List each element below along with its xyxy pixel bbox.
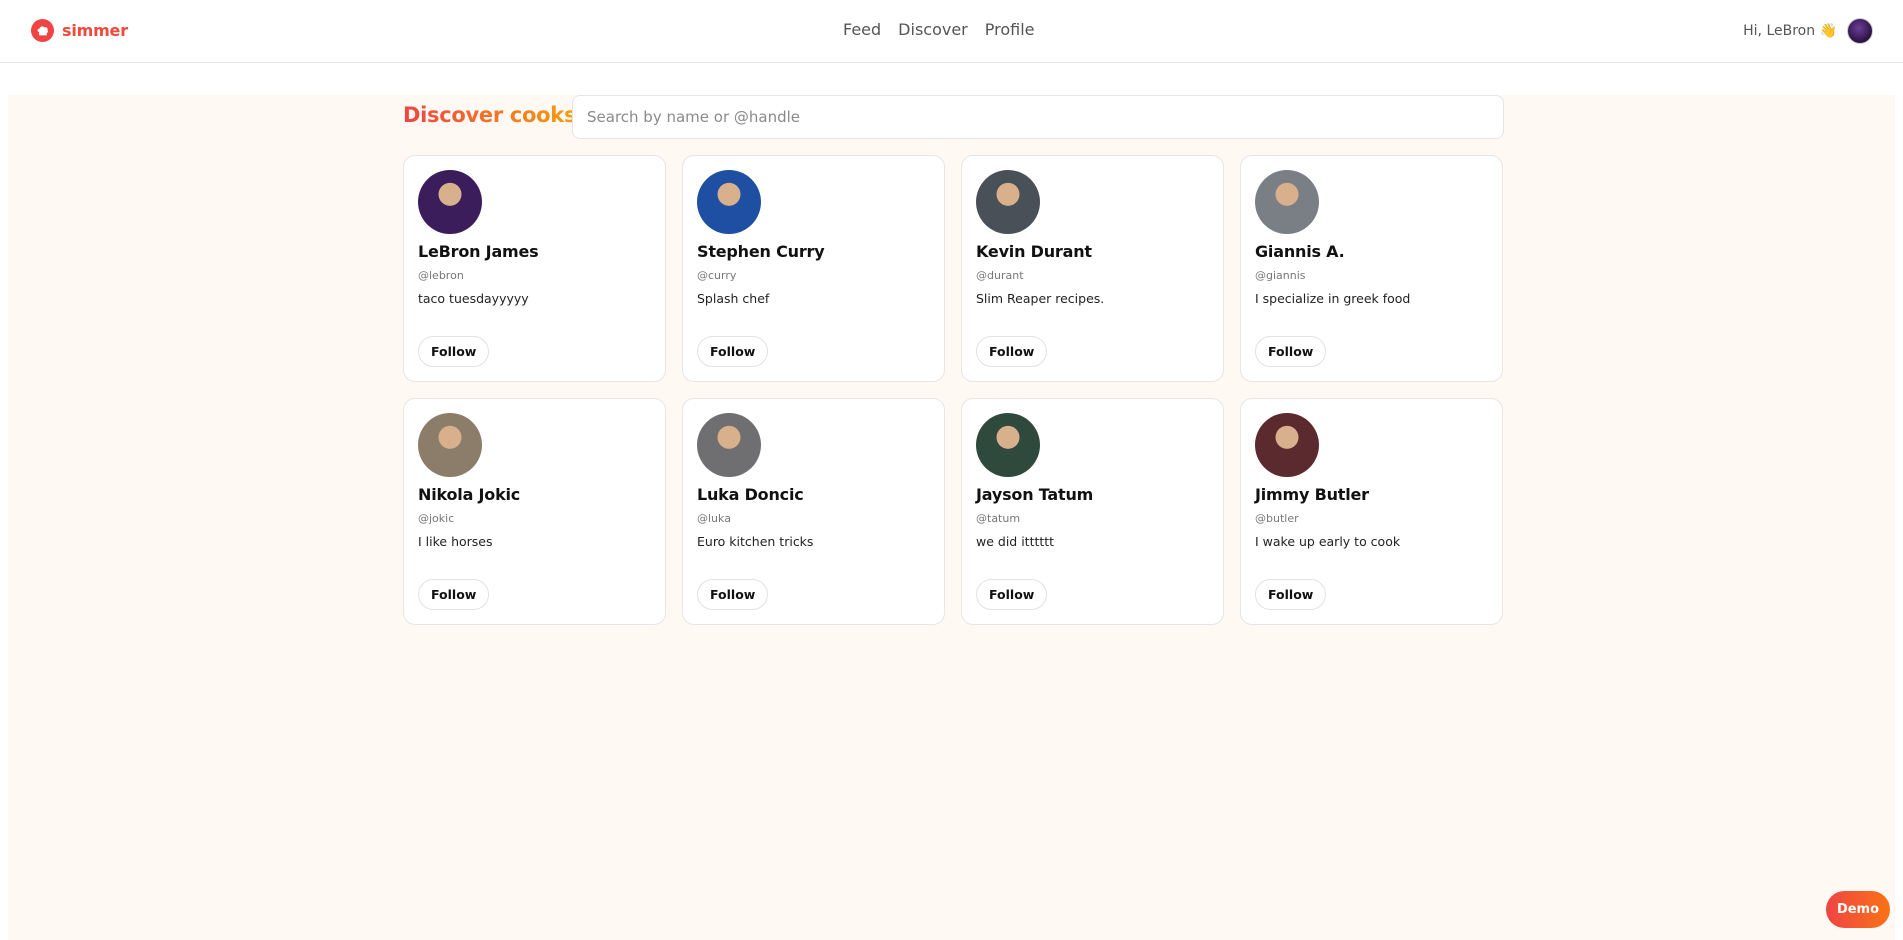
cook-bio: Slim Reaper recipes. [976,291,1105,306]
page-title: Discover cooks [403,103,577,127]
cook-name[interactable]: Kevin Durant [976,242,1209,261]
cook-name[interactable]: Nikola Jokic [418,485,651,504]
cook-card[interactable]: Stephen Curry @curry Splash chef Follow [682,155,945,382]
main-nav: Feed Discover Profile [843,20,1035,39]
cook-handle: @curry [697,269,737,282]
search-input[interactable] [572,95,1504,139]
brand-home-link[interactable]: simmer [31,19,128,42]
cook-name[interactable]: Jayson Tatum [976,485,1209,504]
cook-avatar[interactable] [1255,413,1319,477]
follow-button[interactable]: Follow [976,579,1048,610]
cook-bio: I wake up early to cook [1255,534,1401,549]
cook-avatar[interactable] [976,413,1040,477]
cook-bio: I specialize in greek food [1255,291,1411,306]
cook-card[interactable]: Nikola Jokic @jokic I like horses Follow [403,398,666,625]
cook-avatar[interactable] [976,170,1040,234]
cook-bio: taco tuesdayyyyy [418,291,529,306]
nav-profile[interactable]: Profile [985,20,1035,39]
user-avatar[interactable] [1847,18,1873,44]
follow-button[interactable]: Follow [418,336,490,367]
cook-card[interactable]: Jayson Tatum @tatum we did itttttt Follow [961,398,1224,625]
user-menu[interactable]: Hi, LeBron 👋 [1743,18,1873,44]
cooks-grid: LeBron James @lebron taco tuesdayyyyy Follo… [403,155,1503,625]
cook-bio: I like horses [418,534,493,549]
cook-handle: @luka [697,512,731,525]
discover-page: Discover cooks LeBron James @lebron taco t… [8,95,1895,940]
follow-button[interactable]: Follow [976,336,1048,367]
chef-hat-logo-icon [31,19,54,42]
cook-card[interactable]: Giannis A. @giannis I specialize in greek … [1240,155,1503,382]
cook-avatar[interactable] [1255,170,1319,234]
cook-avatar[interactable] [697,170,761,234]
cook-name[interactable]: LeBron James [418,242,651,261]
cook-card[interactable]: Luka Doncic @luka Euro kitchen tricks Follo… [682,398,945,625]
cook-card[interactable]: Jimmy Butler @butler I wake up early to co… [1240,398,1503,625]
brand-name: simmer [62,21,128,40]
cook-name[interactable]: Stephen Curry [697,242,930,261]
cook-name[interactable]: Jimmy Butler [1255,485,1488,504]
follow-button[interactable]: Follow [1255,336,1327,367]
cook-avatar[interactable] [418,170,482,234]
cook-handle: @giannis [1255,269,1306,282]
follow-button[interactable]: Follow [697,336,769,367]
cook-card[interactable]: LeBron James @lebron taco tuesdayyyyy Follo… [403,155,666,382]
cook-bio: Splash chef [697,291,770,306]
nav-discover[interactable]: Discover [898,20,968,39]
cook-avatar[interactable] [697,413,761,477]
user-greeting: Hi, LeBron 👋 [1743,23,1837,39]
follow-button[interactable]: Follow [697,579,769,610]
cook-handle: @jokic [418,512,455,525]
cook-handle: @tatum [976,512,1021,525]
cook-handle: @durant [976,269,1024,282]
follow-button[interactable]: Follow [418,579,490,610]
cook-handle: @butler [1255,512,1299,525]
demo-button[interactable]: Demo [1826,891,1890,928]
nav-feed[interactable]: Feed [843,20,881,39]
cook-name[interactable]: Giannis A. [1255,242,1488,261]
cook-name[interactable]: Luka Doncic [697,485,930,504]
cook-handle: @lebron [418,269,464,282]
cook-card[interactable]: Kevin Durant @durant Slim Reaper recipes. F… [961,155,1224,382]
cook-bio: we did itttttt [976,534,1055,549]
follow-button[interactable]: Follow [1255,579,1327,610]
cook-avatar[interactable] [418,413,482,477]
top-navigation-bar: simmer Feed Discover Profile Hi, LeBron … [0,0,1903,63]
cook-bio: Euro kitchen tricks [697,534,814,549]
